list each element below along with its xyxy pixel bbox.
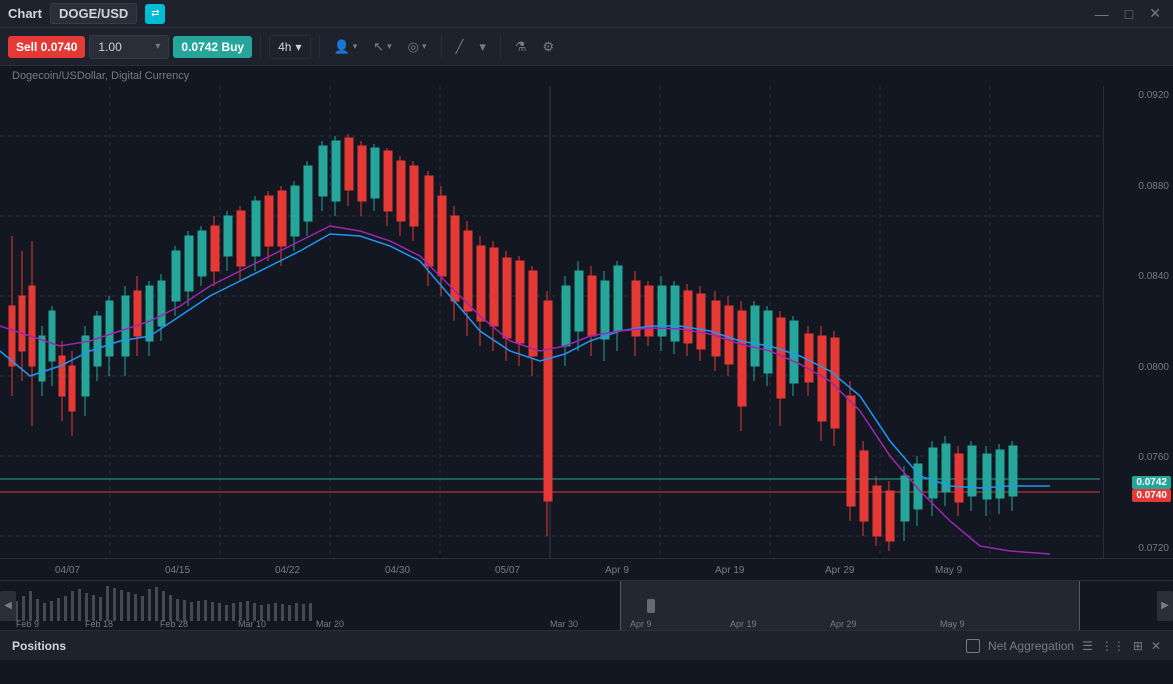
quantity-arrow: ▾ <box>155 41 160 52</box>
people-button[interactable]: 👤 ▾ <box>328 35 364 59</box>
symbol-display[interactable]: DOGE/USD <box>50 3 137 24</box>
navigator-svg: Feb 9 Feb 18 Feb 28 Mar 10 Mar 20 Mar 30… <box>0 581 1103 630</box>
line-tool-button[interactable]: ╱ <box>450 35 470 59</box>
title-bar-left: Chart DOGE/USD ⇄ <box>8 3 165 24</box>
line-tool-arrow-button[interactable]: ▾ <box>473 35 492 59</box>
date-label-0422: 04/22 <box>275 565 300 576</box>
interval-selector[interactable]: 4h ▾ <box>269 35 310 59</box>
navigator-left-arrow[interactable]: ◀ <box>0 591 16 621</box>
maximize-button[interactable]: □ <box>1121 4 1137 24</box>
navigator-chart[interactable]: ◀ ▶ <box>0 580 1173 630</box>
net-aggregation-checkbox[interactable] <box>966 639 980 653</box>
date-label-may9: May 9 <box>935 565 963 576</box>
date-label-apr19: Apr 19 <box>715 565 745 576</box>
people-arrow-icon: ▾ <box>353 41 358 52</box>
cursor-arrow-icon: ▾ <box>387 41 392 52</box>
bottom-bar-right: Net Aggregation ☰ ⋮⋮ ⊞ ✕ <box>966 639 1161 653</box>
svg-text:May 9: May 9 <box>940 619 965 629</box>
svg-text:Feb 28: Feb 28 <box>160 619 188 629</box>
buy-button[interactable]: 0.0742 Buy <box>173 36 252 58</box>
navigator-right-arrow[interactable]: ▶ <box>1157 591 1173 621</box>
connect-icon[interactable]: ⇄ <box>145 4 165 24</box>
svg-text:Apr 29: Apr 29 <box>830 619 857 629</box>
title-bar-right: — □ ✕ <box>1091 3 1165 24</box>
columns-icon[interactable]: ⋮⋮ <box>1101 639 1125 653</box>
separator-1 <box>260 35 261 59</box>
close-button[interactable]: ✕ <box>1145 3 1165 24</box>
date-label-apr9: Apr 9 <box>605 565 629 576</box>
separator-2 <box>319 35 320 59</box>
separator-4 <box>500 35 501 59</box>
line-tool-arrow-icon: ▾ <box>479 39 486 55</box>
chart-main[interactable]: 0.0920 0.0880 0.0840 0.0800 0.0760 0.072… <box>0 86 1173 558</box>
app-title: Chart <box>8 6 42 21</box>
current-price-red: 0.0740 <box>1132 489 1171 502</box>
buy-label: Buy <box>221 40 244 54</box>
net-aggregation-label: Net Aggregation <box>988 639 1074 653</box>
indicator-arrow-icon: ▾ <box>422 41 427 52</box>
positions-label[interactable]: Positions <box>12 639 66 653</box>
line-tool-icon: ╱ <box>456 39 464 55</box>
candlestick-chart <box>0 86 1173 558</box>
settings-button[interactable]: ⚙ <box>537 35 561 59</box>
date-label-apr29: Apr 29 <box>825 565 855 576</box>
date-axis: 04/07 04/15 04/22 04/30 05/07 Apr 9 Apr … <box>0 558 1173 580</box>
svg-text:Apr 19: Apr 19 <box>730 619 757 629</box>
price-label-0920: 0.0920 <box>1108 90 1169 101</box>
svg-text:Mar 10: Mar 10 <box>238 619 266 629</box>
price-label-0760: 0.0760 <box>1108 452 1169 463</box>
quantity-value: 1.00 <box>98 40 121 54</box>
date-label-0407: 04/07 <box>55 565 80 576</box>
price-label-0880: 0.0880 <box>1108 181 1169 192</box>
bottom-bar: Positions Net Aggregation ☰ ⋮⋮ ⊞ ✕ <box>0 630 1173 660</box>
chart-container: 0.0920 0.0880 0.0840 0.0800 0.0760 0.072… <box>0 86 1173 630</box>
price-label-0800: 0.0800 <box>1108 362 1169 373</box>
date-label-0430: 04/30 <box>385 565 410 576</box>
date-label-0507: 05/07 <box>495 565 520 576</box>
svg-text:Feb 9: Feb 9 <box>16 619 39 629</box>
people-icon: 👤 <box>334 39 350 55</box>
svg-text:Mar 30: Mar 30 <box>550 619 578 629</box>
current-price-green: 0.0742 <box>1132 476 1171 489</box>
quantity-input[interactable]: 1.00 ▾ <box>89 35 169 59</box>
price-label-0840: 0.0840 <box>1108 271 1169 282</box>
title-bar: Chart DOGE/USD ⇄ — □ ✕ <box>0 0 1173 28</box>
cursor-icon: ↖ <box>373 39 384 55</box>
flask-icon: ⚗ <box>515 39 527 55</box>
indicator-button[interactable]: ◎ ▾ <box>402 35 433 59</box>
flask-button[interactable]: ⚗ <box>509 35 533 59</box>
buy-price: 0.0742 <box>181 40 218 54</box>
interval-value: 4h <box>278 40 291 54</box>
indicator-icon: ◎ <box>408 39 419 55</box>
svg-text:Mar 20: Mar 20 <box>316 619 344 629</box>
settings-icon: ⚙ <box>543 39 555 55</box>
minimize-button[interactable]: — <box>1091 4 1113 24</box>
separator-3 <box>441 35 442 59</box>
toolbar: Sell 0.0740 1.00 ▾ 0.0742 Buy 4h ▾ 👤 ▾ ↖… <box>0 28 1173 66</box>
price-label-0720: 0.0720 <box>1108 543 1169 554</box>
cursor-button[interactable]: ↖ ▾ <box>367 35 397 59</box>
date-label-0415: 04/15 <box>165 565 190 576</box>
date-axis-svg: 04/07 04/15 04/22 04/30 05/07 Apr 9 Apr … <box>0 559 1103 581</box>
layout-icon[interactable]: ⊞ <box>1133 639 1143 653</box>
filter-icon[interactable]: ☰ <box>1082 639 1093 653</box>
svg-text:Feb 18: Feb 18 <box>85 619 113 629</box>
close-bottom-icon[interactable]: ✕ <box>1151 639 1161 653</box>
svg-text:Apr 9: Apr 9 <box>630 619 652 629</box>
sell-button[interactable]: Sell 0.0740 <box>8 36 85 58</box>
subtitle: Dogecoin/USDollar, Digital Currency <box>0 66 1173 86</box>
interval-arrow-icon: ▾ <box>295 40 301 54</box>
